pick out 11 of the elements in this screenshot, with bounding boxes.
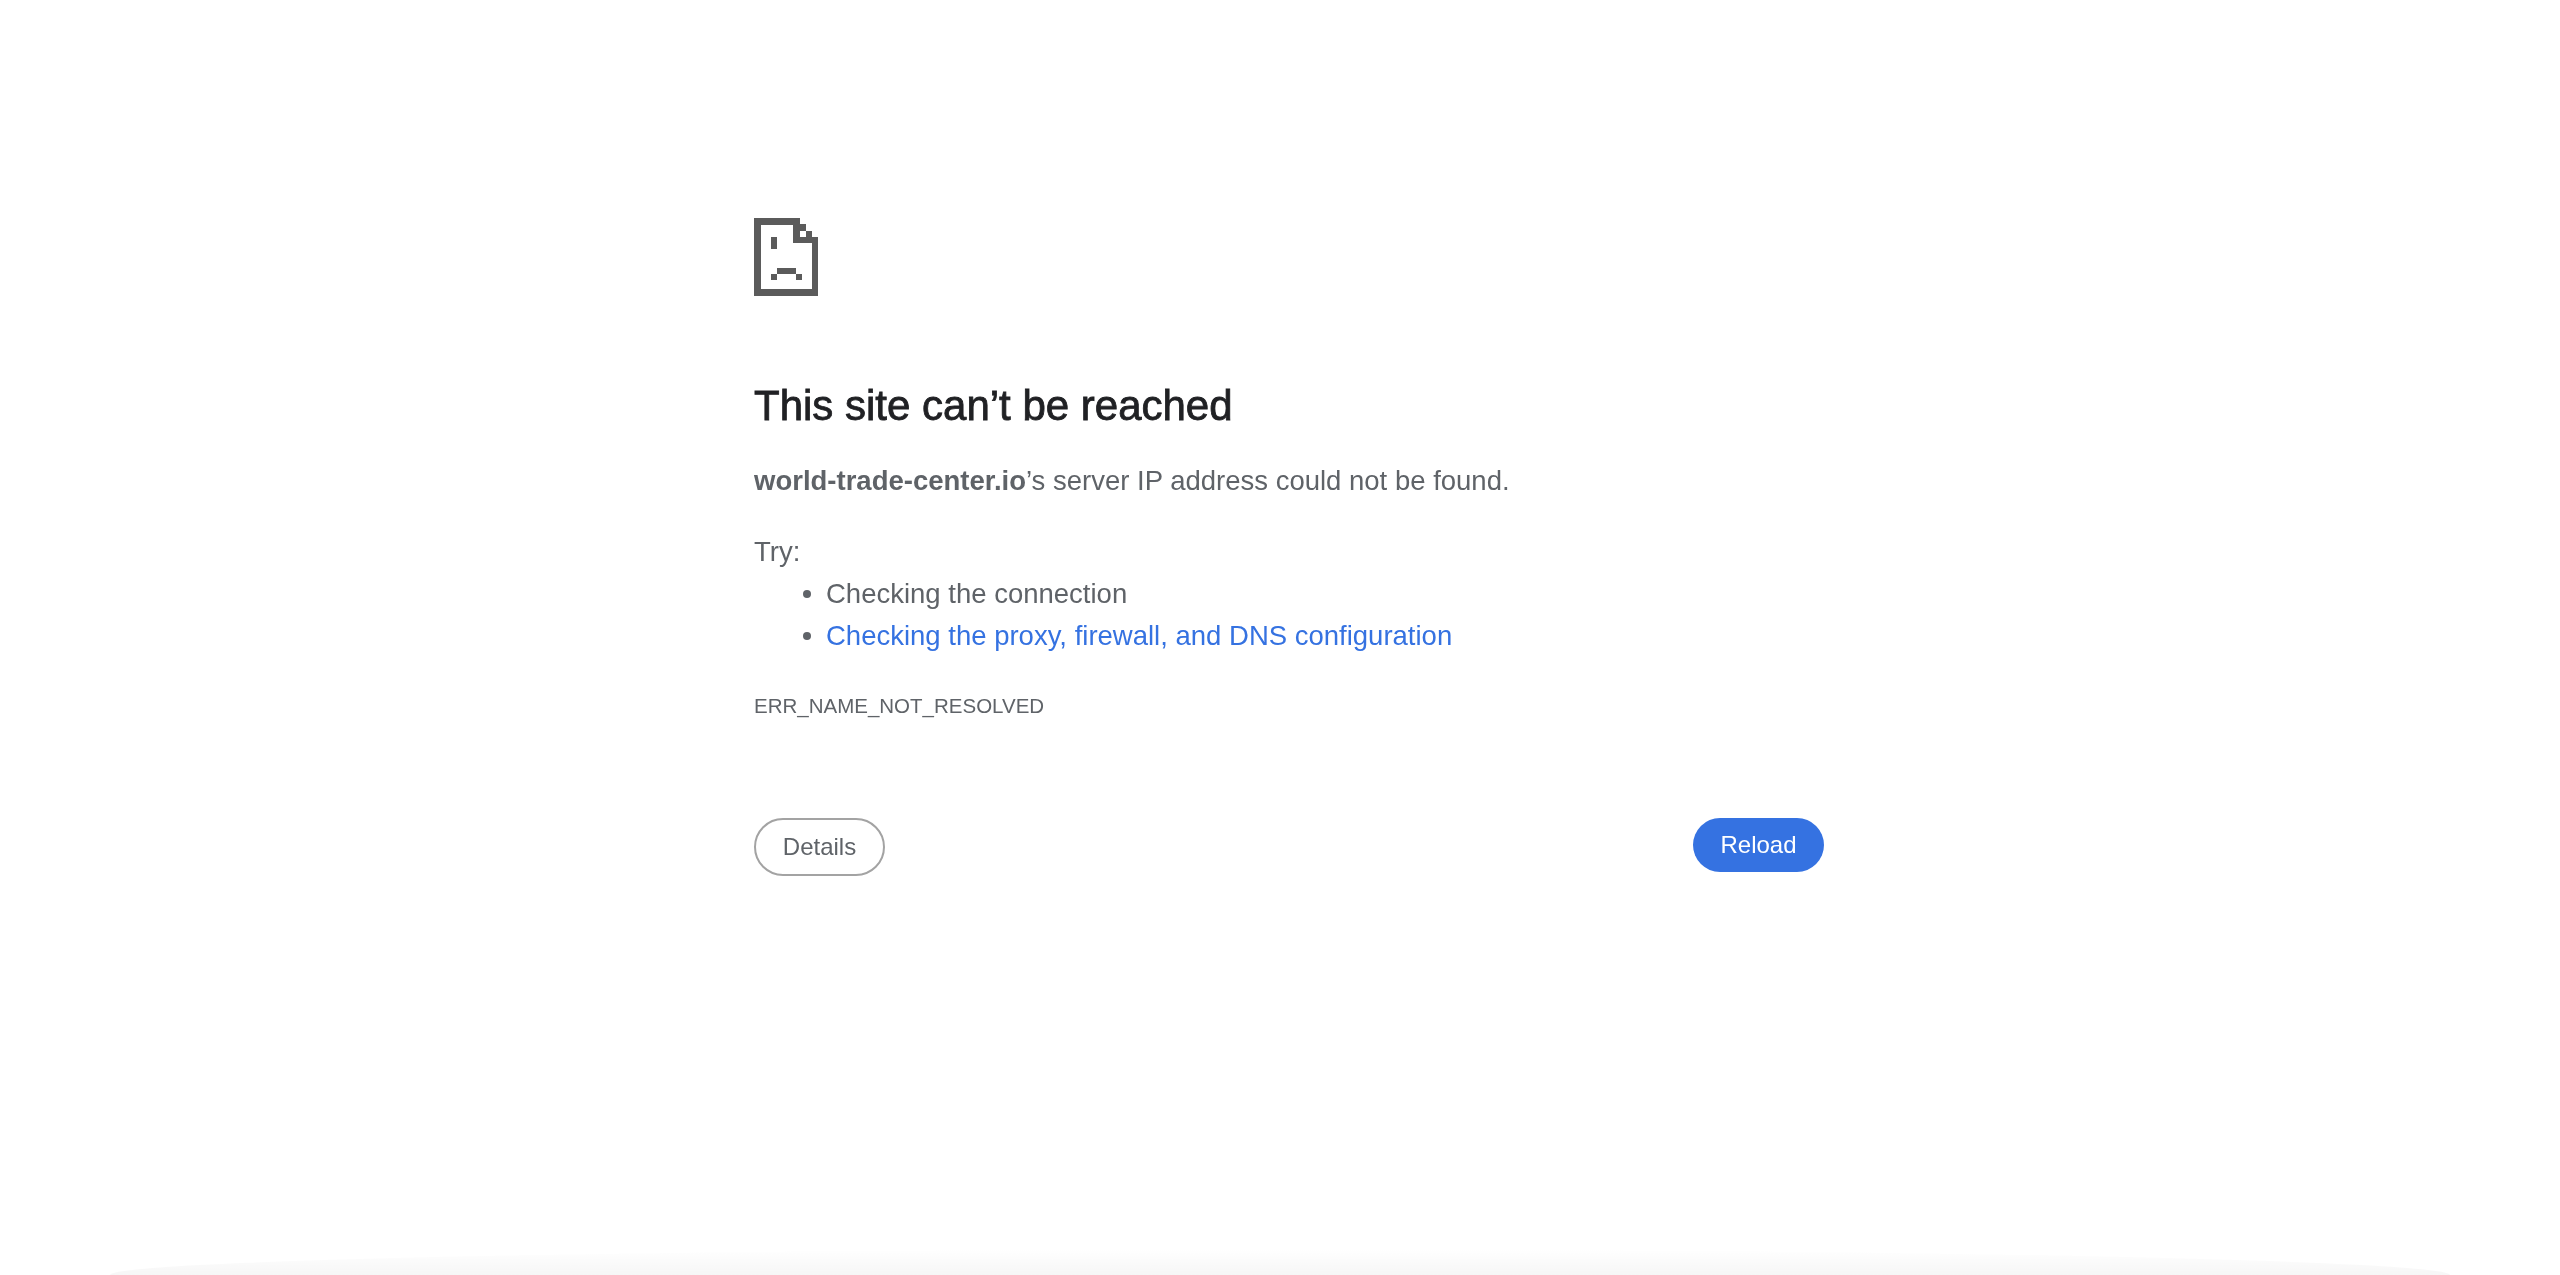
details-button[interactable]: Details [754, 818, 885, 876]
error-code: ERR_NAME_NOT_RESOLVED [754, 693, 1046, 720]
bullet-icon [803, 632, 811, 640]
try-label: Try: [754, 535, 802, 569]
sad-page-icon [754, 218, 818, 296]
suggestion-link[interactable]: Checking the proxy, firewall, and DNS configuration [826, 618, 1453, 654]
bullet-icon [803, 590, 811, 598]
error-message: world-trade-center.io’s server IP address could not be found. [754, 464, 1511, 498]
page-heading: This site can’t be reached [754, 381, 1234, 431]
suggestion-text: Checking the connection [826, 577, 1128, 611]
reload-button[interactable]: Reload [1693, 818, 1824, 872]
